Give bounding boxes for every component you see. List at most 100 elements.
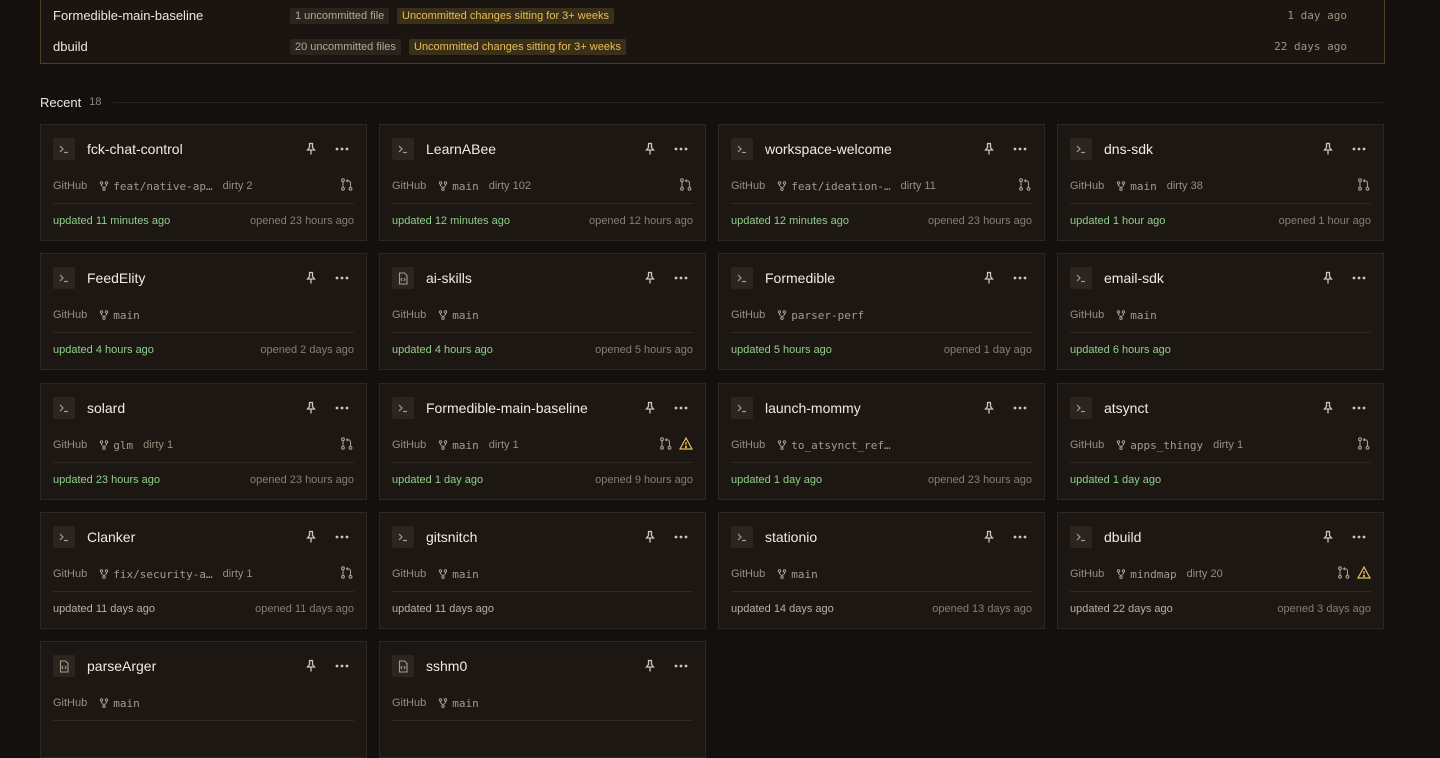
pin-icon[interactable] [1321,271,1335,285]
more-options-icon[interactable] [1011,142,1029,156]
more-options-icon[interactable] [1350,401,1368,415]
project-card[interactable]: dbuild GitHub mindmap dirty 20 updated 22 da… [1057,512,1384,629]
project-card[interactable]: dns-sdk GitHub main dirty 38 updated 1 hour … [1057,124,1384,241]
updated-time: updated 1 hour ago [1070,215,1166,227]
pin-icon[interactable] [643,401,657,415]
project-card[interactable]: solard GitHub glm dirty 1 updated 23 hours a… [40,383,367,500]
more-options-icon[interactable] [1350,142,1368,156]
pin-icon[interactable] [643,659,657,673]
more-options-icon[interactable] [1011,530,1029,544]
git-changes-icon[interactable] [1337,566,1351,584]
project-card[interactable]: fck-chat-control GitHub feat/native-ap… dir… [40,124,367,241]
terminal-icon [53,526,75,548]
project-card[interactable]: sshm0 GitHub main [379,641,706,758]
git-changes-icon[interactable] [1357,437,1371,455]
git-changes-icon[interactable] [659,437,673,455]
dirty-count: dirty 1 [143,439,174,451]
more-options-icon[interactable] [672,401,690,415]
pin-icon[interactable] [304,271,318,285]
terminal-icon [53,397,75,419]
project-card[interactable]: workspace-welcome GitHub feat/ideation-… di… [718,124,1045,241]
opened-time: opened 2 days ago [260,344,354,356]
pin-icon[interactable] [643,530,657,544]
project-title: stationio [765,529,818,545]
git-changes-icon[interactable] [1018,178,1032,196]
pin-icon[interactable] [1321,530,1335,544]
more-options-icon[interactable] [672,530,690,544]
more-options-icon[interactable] [333,659,351,673]
pin-icon[interactable] [982,142,996,156]
pin-icon[interactable] [982,530,996,544]
pin-icon[interactable] [304,659,318,673]
project-card[interactable]: launch-mommy GitHub to_atsynct_ref… updated… [718,383,1045,500]
divider [1070,462,1371,463]
dirty-count: dirty 102 [488,180,531,192]
uncommitted-files-badge: 20 uncommitted files [290,38,401,55]
project-card[interactable]: Clanker GitHub fix/security-a… dirty 1 updat… [40,512,367,629]
project-card[interactable]: ai-skills GitHub main updated 4 hours ago op… [379,253,706,370]
project-meta: GitHub main [392,696,479,710]
updated-time: updated 4 hours ago [53,344,154,356]
stale-row[interactable]: dbuild 20 uncommitted files Uncommitted … [41,31,1384,62]
project-meta: GitHub main [53,696,140,710]
more-options-icon[interactable] [1011,401,1029,415]
branch-name: main [113,308,140,322]
divider [731,332,1032,333]
warning-icon[interactable] [678,436,694,455]
updated-time: updated 4 hours ago [392,344,493,356]
project-title: sshm0 [426,658,468,674]
pin-icon[interactable] [643,142,657,156]
project-card[interactable]: Formedible-main-baseline GitHub main dirty … [379,383,706,500]
terminal-icon [731,267,753,289]
warning-icon[interactable] [1356,565,1372,584]
pin-icon[interactable] [304,401,318,415]
project-card[interactable]: parseArger GitHub main [40,641,367,758]
more-options-icon[interactable] [333,271,351,285]
more-options-icon[interactable] [672,659,690,673]
file-code-icon [392,655,414,677]
more-options-icon[interactable] [333,530,351,544]
branch-icon [438,310,448,320]
more-options-icon[interactable] [1350,271,1368,285]
branch-name: main [1130,308,1157,322]
more-options-icon[interactable] [1011,271,1029,285]
pin-icon[interactable] [304,142,318,156]
project-card[interactable]: email-sdk GitHub main updated 6 hours ago [1057,253,1384,370]
stale-ago: 22 days ago [1274,40,1347,53]
divider [731,462,1032,463]
status-icons [679,178,693,196]
project-meta: GitHub main dirty 38 [1070,179,1203,193]
terminal-icon [392,138,414,160]
project-card[interactable]: stationio GitHub main updated 14 days ago op… [718,512,1045,629]
branch-icon [1116,310,1126,320]
branch-icon [1116,181,1126,191]
pin-icon[interactable] [982,401,996,415]
project-card[interactable]: Formedible GitHub parser-perf updated 5 hou… [718,253,1045,370]
project-card[interactable]: gitsnitch GitHub main updated 11 days ago [379,512,706,629]
more-options-icon[interactable] [333,142,351,156]
project-card[interactable]: LearnABee GitHub main dirty 102 updated 12 m… [379,124,706,241]
source-label: GitHub [392,697,427,709]
pin-icon[interactable] [982,271,996,285]
more-options-icon[interactable] [1350,530,1368,544]
more-options-icon[interactable] [672,142,690,156]
stale-warning-badge: Uncommitted changes sitting for 3+ weeks [409,38,626,55]
source-label: GitHub [1070,309,1105,321]
git-changes-icon[interactable] [340,437,354,455]
git-changes-icon[interactable] [340,178,354,196]
git-changes-icon[interactable] [340,566,354,584]
git-changes-icon[interactable] [1357,178,1371,196]
project-card[interactable]: FeedElity GitHub main updated 4 hours ago op… [40,253,367,370]
branch-name: parser-perf [791,308,865,322]
pin-icon[interactable] [304,530,318,544]
pin-icon[interactable] [1321,142,1335,156]
project-meta: GitHub to_atsynct_ref… [731,438,891,452]
project-card[interactable]: atsynct GitHub apps_thingy dirty 1 updated 1… [1057,383,1384,500]
more-options-icon[interactable] [333,401,351,415]
stale-row[interactable]: Formedible-main-baseline 1 uncommitted f… [41,0,1384,31]
git-changes-icon[interactable] [679,178,693,196]
pin-icon[interactable] [1321,401,1335,415]
more-options-icon[interactable] [672,271,690,285]
updated-time: updated 22 days ago [1070,603,1173,615]
pin-icon[interactable] [643,271,657,285]
